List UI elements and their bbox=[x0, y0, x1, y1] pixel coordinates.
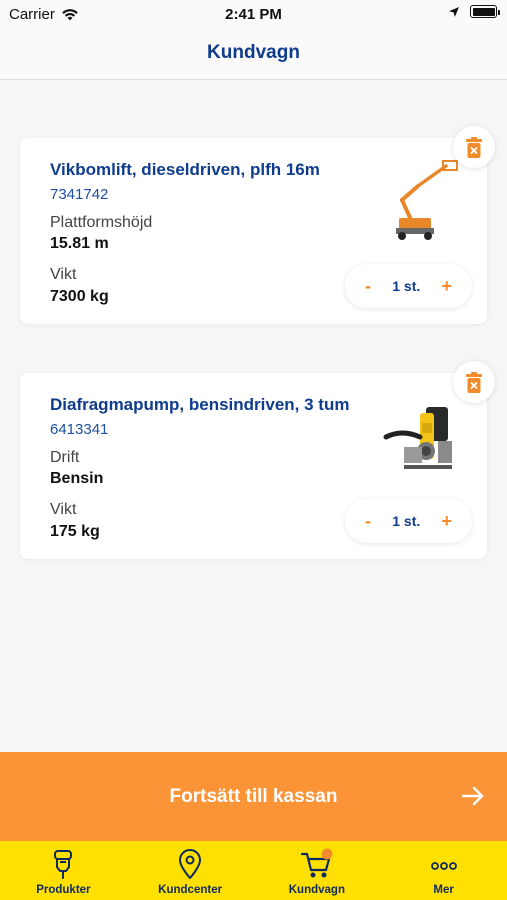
location-pin-icon bbox=[179, 849, 202, 879]
arrow-right-icon bbox=[461, 786, 484, 806]
quantity-value: 1 st. bbox=[392, 278, 421, 294]
more-dots-icon bbox=[430, 862, 457, 870]
attribute-label: Drift bbox=[50, 449, 80, 466]
attribute-value: 7300 kg bbox=[50, 288, 109, 305]
attribute-value: 175 kg bbox=[50, 523, 100, 540]
tab-label: Kundvagn bbox=[288, 884, 345, 896]
quantity-value: 1 st. bbox=[392, 513, 421, 529]
page-title: Kundvagn bbox=[207, 42, 300, 63]
jackhammer-icon bbox=[54, 850, 73, 879]
nav-bar: Kundvagn bbox=[0, 28, 507, 80]
tab-kundcenter[interactable]: Kundcenter bbox=[127, 841, 254, 900]
boom-lift-image bbox=[382, 158, 467, 243]
status-right bbox=[448, 5, 500, 18]
tab-kundvagn[interactable]: Kundvagn bbox=[254, 841, 381, 900]
attribute-value: Bensin bbox=[50, 470, 104, 487]
trash-icon bbox=[466, 371, 482, 393]
delete-item-button[interactable] bbox=[453, 126, 495, 168]
product-sku: 6413341 bbox=[50, 421, 109, 438]
quantity-stepper[interactable]: - 1 st. + bbox=[345, 264, 472, 308]
diaphragm-pump-image bbox=[382, 393, 467, 478]
trash-icon bbox=[466, 136, 482, 158]
checkout-button[interactable]: Fortsätt till kassan bbox=[0, 752, 507, 841]
increase-quantity-button[interactable]: + bbox=[441, 276, 452, 297]
cart-item-card: Vikbomlift, dieseldriven, plfh 16m 73417… bbox=[20, 126, 495, 324]
attribute-label: Plattformshöjd bbox=[50, 214, 153, 231]
attribute-label: Vikt bbox=[50, 501, 77, 518]
decrease-quantity-button[interactable]: - bbox=[365, 276, 371, 297]
battery-icon bbox=[470, 5, 500, 18]
attribute-value: 15.81 m bbox=[50, 235, 109, 252]
delete-item-button[interactable] bbox=[453, 361, 495, 403]
cart-icon bbox=[300, 848, 333, 878]
product-name[interactable]: Vikbomlift, dieseldriven, plfh 16m bbox=[50, 160, 320, 180]
product-sku: 7341742 bbox=[50, 186, 109, 203]
tab-label: Produkter bbox=[36, 884, 91, 896]
increase-quantity-button[interactable]: + bbox=[441, 511, 452, 532]
tab-bar: Produkter Kundcenter Kundvagn Mer bbox=[0, 841, 507, 900]
decrease-quantity-button[interactable]: - bbox=[365, 511, 371, 532]
cart-item-card: Diafragmapump, bensindriven, 3 tum 64133… bbox=[20, 361, 495, 559]
checkout-label: Fortsätt till kassan bbox=[169, 786, 338, 807]
tab-produkter[interactable]: Produkter bbox=[0, 841, 127, 900]
tab-mer[interactable]: Mer bbox=[380, 841, 507, 900]
status-time: 2:41 PM bbox=[225, 6, 282, 23]
location-arrow-icon bbox=[449, 6, 459, 17]
quantity-stepper[interactable]: - 1 st. + bbox=[345, 499, 472, 543]
attribute-label: Vikt bbox=[50, 266, 77, 283]
tab-label: Mer bbox=[433, 884, 454, 896]
status-bar: Carrier 2:41 PM bbox=[0, 0, 507, 28]
tab-label: Kundcenter bbox=[158, 884, 223, 896]
product-name[interactable]: Diafragmapump, bensindriven, 3 tum bbox=[50, 395, 349, 415]
